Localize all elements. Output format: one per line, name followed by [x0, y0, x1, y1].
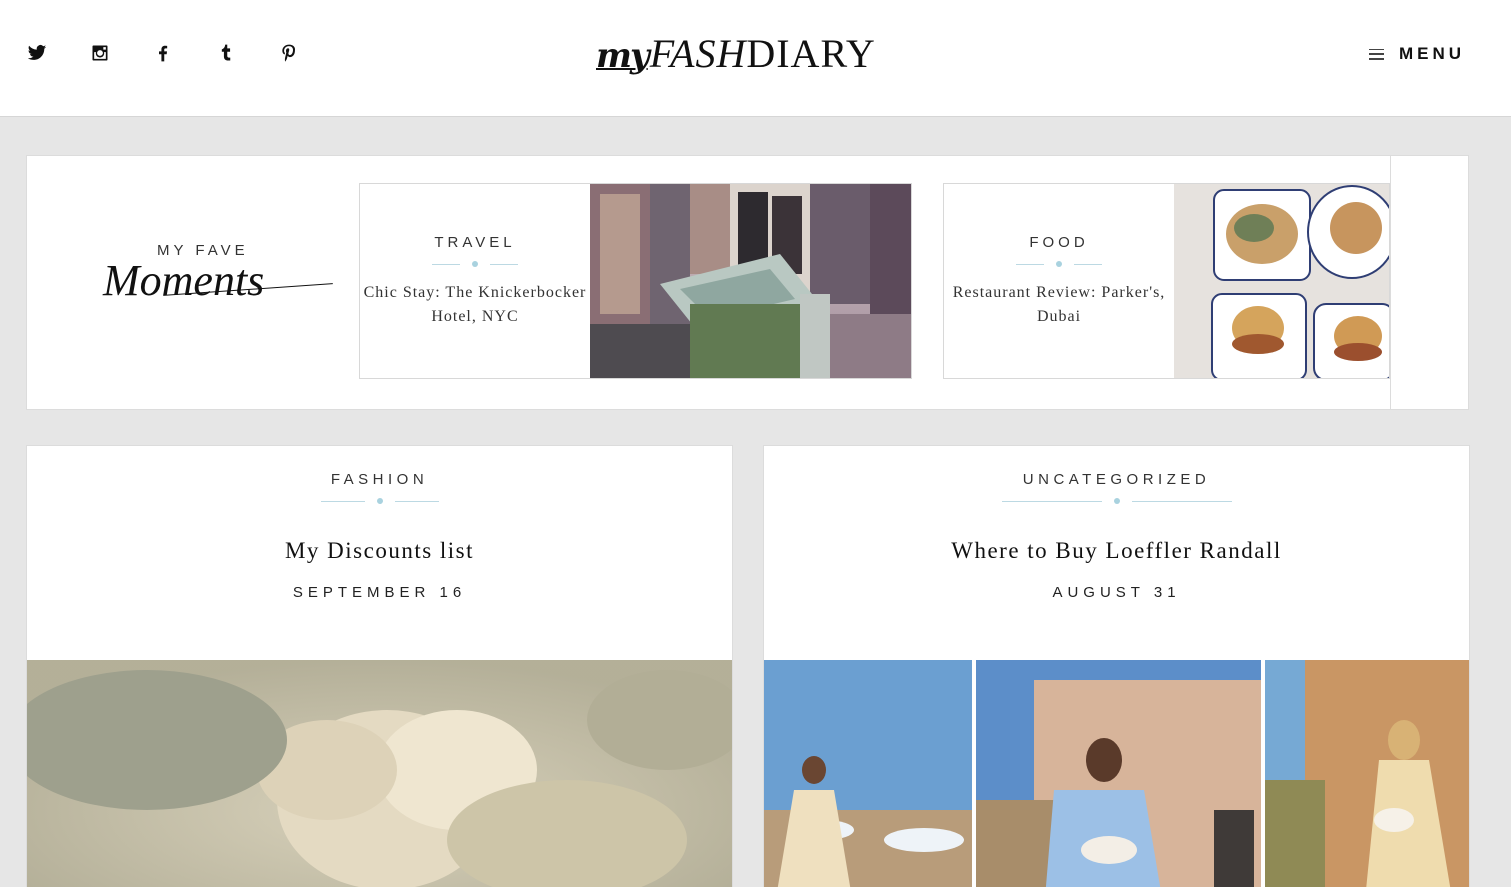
post-card: UNCATEGORIZED Where to Buy Loeffler Rand… — [763, 445, 1470, 887]
post-category[interactable]: UNCATEGORIZED — [1023, 471, 1210, 488]
site-header: my FASH DIARY MENU — [0, 0, 1511, 117]
post-date: SEPTEMBER 16 — [292, 584, 467, 601]
clouds-painting-image[interactable] — [27, 660, 732, 887]
post-header: UNCATEGORIZED Where to Buy Loeffler Rand… — [764, 446, 1469, 660]
post-header: FASHION My Discounts list SEPTEMBER 16 — [27, 446, 732, 660]
divider — [1016, 261, 1102, 267]
hamburger-icon — [1368, 48, 1384, 60]
post-card: FASHION My Discounts list SEPTEMBER 16 — [26, 445, 733, 887]
hotel-rooftop-image[interactable] — [590, 184, 911, 378]
fave-label-script: Moments — [103, 255, 363, 306]
fave-card-travel[interactable]: TRAVEL Chic Stay: The Knickerbocker Hote… — [359, 183, 912, 379]
post-title[interactable]: My Discounts list — [285, 538, 474, 564]
fave-card-title[interactable]: Chic Stay: The Knickerbocker Hotel, NYC — [360, 281, 590, 329]
divider — [432, 261, 518, 267]
tumblr-icon[interactable] — [215, 42, 237, 64]
post-title[interactable]: Where to Buy Loeffler Randall — [951, 538, 1281, 564]
twitter-icon[interactable] — [26, 42, 48, 64]
post-category[interactable]: FASHION — [331, 471, 428, 488]
social-links — [26, 42, 341, 64]
logo-my: my — [596, 36, 650, 76]
logo-fash: FASH — [649, 31, 747, 76]
menu-button[interactable]: MENU — [1368, 44, 1465, 64]
site-logo[interactable]: my FASH DIARY — [596, 30, 876, 78]
section-divider — [1390, 156, 1391, 409]
facebook-icon[interactable] — [152, 42, 174, 64]
fave-card-category[interactable]: FOOD — [1029, 234, 1088, 251]
fave-card-text: FOOD Restaurant Review: Parker's, Dubai — [944, 184, 1174, 378]
food-plates-image[interactable] — [1174, 184, 1389, 378]
pinterest-icon[interactable] — [278, 42, 300, 64]
divider — [320, 498, 439, 504]
fave-card-title[interactable]: Restaurant Review: Parker's, Dubai — [944, 281, 1174, 329]
fave-card-food[interactable]: FOOD Restaurant Review: Parker's, Dubai — [943, 183, 1390, 379]
menu-label: MENU — [1398, 44, 1465, 63]
fave-moments-section: MY FAVE Moments TRAVEL Chic Stay: The Kn… — [26, 155, 1469, 410]
fave-moments-label: MY FAVE Moments — [103, 242, 363, 306]
logo-diary: DIARY — [746, 31, 876, 76]
loeffler-randall-collage-image[interactable] — [764, 660, 1469, 887]
fave-card-category[interactable]: TRAVEL — [434, 234, 515, 251]
divider — [1001, 498, 1232, 504]
post-date: AUGUST 31 — [1052, 584, 1181, 601]
fave-card-text: TRAVEL Chic Stay: The Knickerbocker Hote… — [360, 184, 590, 378]
instagram-icon[interactable] — [89, 42, 111, 64]
